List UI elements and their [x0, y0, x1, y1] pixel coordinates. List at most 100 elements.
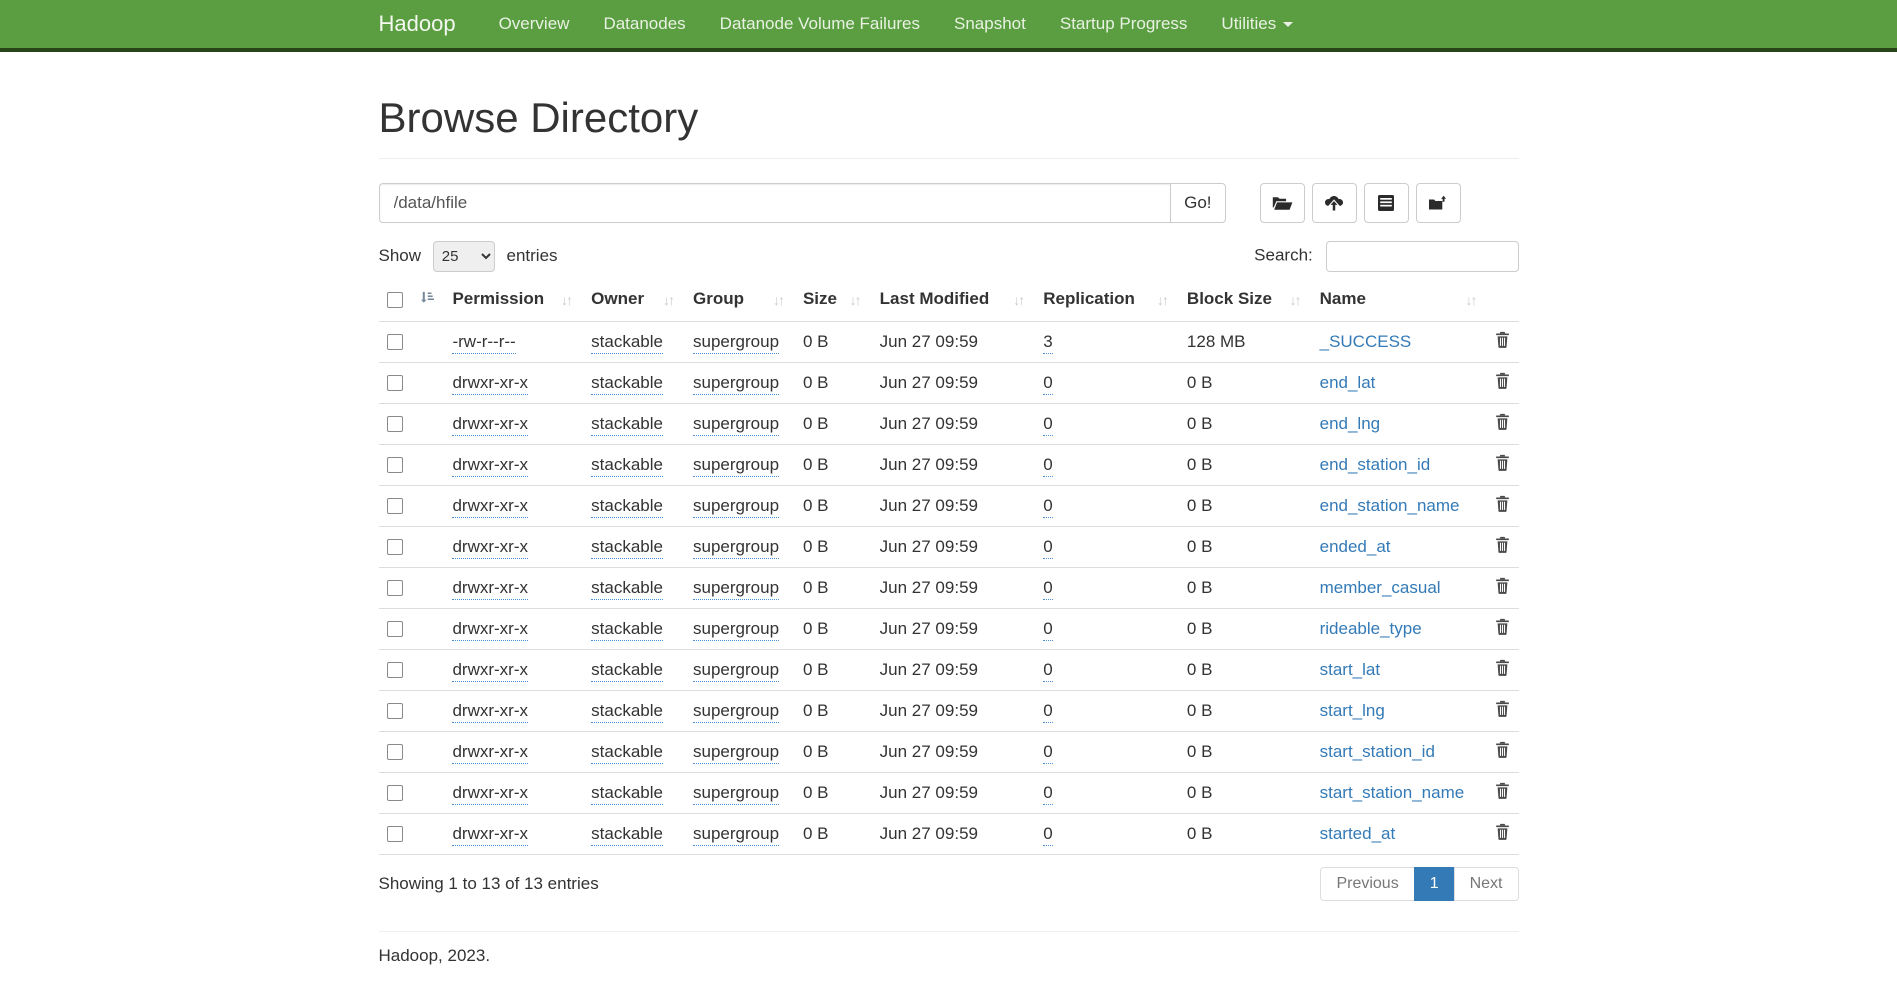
file-name-link[interactable]: end_lng [1320, 414, 1381, 433]
delete-file-button[interactable] [1495, 577, 1510, 599]
column-header-owner[interactable]: Owner [583, 280, 685, 321]
replication-value[interactable]: 0 [1043, 373, 1052, 395]
row-checkbox[interactable] [387, 826, 403, 842]
permission-value[interactable]: drwxr-xr-x [452, 824, 528, 846]
directory-path-input[interactable] [379, 183, 1172, 223]
select-all-checkbox[interactable] [387, 292, 403, 308]
row-checkbox[interactable] [387, 785, 403, 801]
group-value[interactable]: supergroup [693, 455, 779, 477]
group-value[interactable]: supergroup [693, 701, 779, 723]
row-checkbox[interactable] [387, 744, 403, 760]
new-folder-button[interactable] [1416, 183, 1461, 223]
delete-file-button[interactable] [1495, 495, 1510, 517]
column-header-block-size[interactable]: Block Size [1179, 280, 1312, 321]
group-value[interactable]: supergroup [693, 824, 779, 846]
delete-file-button[interactable] [1495, 413, 1510, 435]
file-name-link[interactable]: start_station_name [1320, 783, 1465, 802]
replication-value[interactable]: 0 [1043, 414, 1052, 436]
pagination-page-1[interactable]: 1 [1414, 867, 1455, 901]
row-checkbox[interactable] [387, 621, 403, 637]
permission-value[interactable]: drwxr-xr-x [452, 373, 528, 395]
row-checkbox[interactable] [387, 498, 403, 514]
row-checkbox[interactable] [387, 375, 403, 391]
list-view-button[interactable] [1364, 183, 1409, 223]
permission-value[interactable]: drwxr-xr-x [452, 742, 528, 764]
file-name-link[interactable]: start_station_id [1320, 742, 1435, 761]
open-directory-button[interactable] [1260, 183, 1305, 223]
permission-value[interactable]: drwxr-xr-x [452, 783, 528, 805]
delete-file-button[interactable] [1495, 454, 1510, 476]
delete-file-button[interactable] [1495, 372, 1510, 394]
navbar-brand[interactable]: Hadoop [379, 11, 456, 37]
nav-item-startup-progress[interactable]: Startup Progress [1043, 14, 1205, 34]
group-value[interactable]: supergroup [693, 496, 779, 518]
group-value[interactable]: supergroup [693, 373, 779, 395]
permission-value[interactable]: -rw-r--r-- [452, 332, 515, 354]
owner-value[interactable]: stackable [591, 414, 663, 436]
column-header-permission[interactable]: Permission [444, 280, 583, 321]
delete-file-button[interactable] [1495, 536, 1510, 558]
file-name-link[interactable]: end_station_id [1320, 455, 1431, 474]
file-name-link[interactable]: end_lat [1320, 373, 1376, 392]
permission-value[interactable]: drwxr-xr-x [452, 578, 528, 600]
column-header-group[interactable]: Group [685, 280, 795, 321]
file-name-link[interactable]: member_casual [1320, 578, 1441, 597]
row-checkbox[interactable] [387, 539, 403, 555]
file-name-link[interactable]: end_station_name [1320, 496, 1460, 515]
sort-amount-asc-icon[interactable] [419, 290, 434, 310]
permission-value[interactable]: drwxr-xr-x [452, 537, 528, 559]
owner-value[interactable]: stackable [591, 455, 663, 477]
delete-file-button[interactable] [1495, 782, 1510, 804]
owner-value[interactable]: stackable [591, 537, 663, 559]
delete-file-button[interactable] [1495, 700, 1510, 722]
permission-value[interactable]: drwxr-xr-x [452, 660, 528, 682]
group-value[interactable]: supergroup [693, 619, 779, 641]
owner-value[interactable]: stackable [591, 783, 663, 805]
replication-value[interactable]: 3 [1043, 332, 1052, 354]
group-value[interactable]: supergroup [693, 660, 779, 682]
owner-value[interactable]: stackable [591, 824, 663, 846]
row-checkbox[interactable] [387, 662, 403, 678]
file-name-link[interactable]: rideable_type [1320, 619, 1422, 638]
owner-value[interactable]: stackable [591, 742, 663, 764]
group-value[interactable]: supergroup [693, 578, 779, 600]
nav-item-datanode-volume-failures[interactable]: Datanode Volume Failures [703, 14, 937, 34]
column-header-replication[interactable]: Replication [1035, 280, 1179, 321]
column-header-size[interactable]: Size [795, 280, 872, 321]
nav-item-utilities[interactable]: Utilities [1204, 14, 1310, 34]
file-name-link[interactable]: start_lat [1320, 660, 1380, 679]
replication-value[interactable]: 0 [1043, 496, 1052, 518]
replication-value[interactable]: 0 [1043, 742, 1052, 764]
owner-value[interactable]: stackable [591, 701, 663, 723]
delete-file-button[interactable] [1495, 331, 1510, 353]
row-checkbox[interactable] [387, 580, 403, 596]
delete-file-button[interactable] [1495, 618, 1510, 640]
owner-value[interactable]: stackable [591, 578, 663, 600]
delete-file-button[interactable] [1495, 823, 1510, 845]
replication-value[interactable]: 0 [1043, 455, 1052, 477]
column-header-name[interactable]: Name [1312, 280, 1488, 321]
permission-value[interactable]: drwxr-xr-x [452, 455, 528, 477]
file-name-link[interactable]: started_at [1320, 824, 1396, 843]
owner-value[interactable]: stackable [591, 496, 663, 518]
pagination-previous[interactable]: Previous [1320, 867, 1414, 901]
file-name-link[interactable]: _SUCCESS [1320, 332, 1412, 351]
owner-value[interactable]: stackable [591, 619, 663, 641]
owner-value[interactable]: stackable [591, 332, 663, 354]
page-size-select[interactable]: 25 [433, 241, 495, 272]
column-header-last-modified[interactable]: Last Modified [872, 280, 1036, 321]
nav-item-datanodes[interactable]: Datanodes [586, 14, 702, 34]
nav-item-overview[interactable]: Overview [482, 14, 587, 34]
replication-value[interactable]: 0 [1043, 783, 1052, 805]
group-value[interactable]: supergroup [693, 537, 779, 559]
permission-value[interactable]: drwxr-xr-x [452, 496, 528, 518]
row-checkbox[interactable] [387, 703, 403, 719]
replication-value[interactable]: 0 [1043, 578, 1052, 600]
replication-value[interactable]: 0 [1043, 537, 1052, 559]
pagination-next[interactable]: Next [1454, 867, 1519, 901]
row-checkbox[interactable] [387, 416, 403, 432]
permission-value[interactable]: drwxr-xr-x [452, 701, 528, 723]
file-name-link[interactable]: ended_at [1320, 537, 1391, 556]
go-button[interactable]: Go! [1170, 183, 1225, 223]
owner-value[interactable]: stackable [591, 660, 663, 682]
